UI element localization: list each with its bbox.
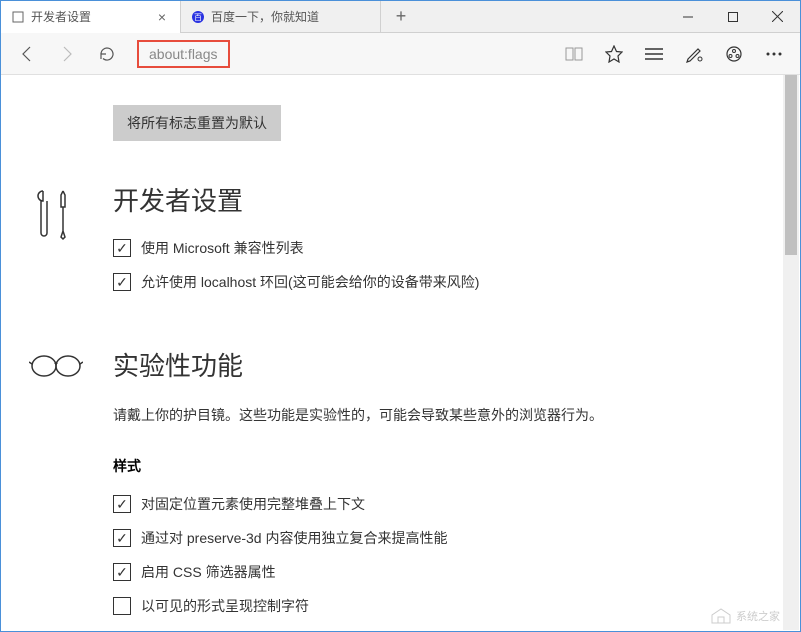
minimize-button[interactable] — [665, 1, 710, 33]
refresh-button[interactable] — [89, 36, 125, 72]
checkbox-localhost-loopback[interactable]: 允许使用 localhost 环回(这可能会给你的设备带来风险) — [113, 272, 760, 292]
tab-label: 开发者设置 — [31, 8, 91, 25]
close-window-button[interactable] — [755, 1, 800, 33]
checkbox-icon[interactable] — [113, 239, 131, 257]
tab-developer-settings[interactable]: 开发者设置 × — [1, 1, 181, 33]
more-icon[interactable] — [756, 36, 792, 72]
baidu-favicon: 百 — [191, 10, 205, 24]
checkbox-icon[interactable] — [113, 495, 131, 513]
notes-icon[interactable] — [676, 36, 712, 72]
svg-text:百: 百 — [194, 13, 202, 22]
checkbox-compat-list[interactable]: 使用 Microsoft 兼容性列表 — [113, 238, 760, 258]
new-tab-button[interactable]: + — [381, 6, 421, 27]
favorites-icon[interactable] — [596, 36, 632, 72]
scrollbar[interactable] — [783, 75, 799, 630]
checkbox-label: 使用 Microsoft 兼容性列表 — [141, 238, 304, 258]
tab-baidu[interactable]: 百 百度一下，你就知道 — [181, 1, 381, 33]
scrollbar-thumb[interactable] — [785, 75, 797, 255]
checkbox-control-chars[interactable]: 以可见的形式呈现控制字符 — [113, 596, 760, 616]
navigation-bar: about:flags — [1, 33, 800, 75]
page-content: 将所有标志重置为默认 开发者设置 使用 Microsoft 兼容性列表 允许使用… — [1, 75, 800, 631]
section-title: 实验性功能 — [113, 346, 760, 383]
window-controls — [665, 1, 800, 33]
address-bar[interactable]: about:flags — [137, 40, 230, 68]
experimental-section: 实验性功能 请戴上你的护目镜。这些功能是实验性的，可能会导致某些意外的浏览器行为… — [1, 346, 800, 630]
checkbox-preserve-3d[interactable]: 通过对 preserve-3d 内容使用独立复合来提高性能 — [113, 528, 760, 548]
reset-flags-button[interactable]: 将所有标志重置为默认 — [113, 105, 281, 141]
checkbox-label: 允许使用 localhost 环回(这可能会给你的设备带来风险) — [141, 272, 479, 292]
checkbox-label: 对固定位置元素使用完整堆叠上下文 — [141, 494, 365, 514]
checkbox-css-filter[interactable]: 启用 CSS 筛选器属性 — [113, 562, 760, 582]
checkbox-icon[interactable] — [113, 563, 131, 581]
goggles-icon — [29, 346, 89, 630]
close-tab-icon[interactable]: × — [154, 9, 170, 25]
checkbox-icon[interactable] — [113, 529, 131, 547]
checkbox-label: 通过对 preserve-3d 内容使用独立复合来提高性能 — [141, 528, 447, 548]
checkbox-icon[interactable] — [113, 597, 131, 615]
forward-button[interactable] — [49, 36, 85, 72]
tools-icon — [29, 181, 89, 306]
share-icon[interactable] — [716, 36, 752, 72]
maximize-button[interactable] — [710, 1, 755, 33]
reading-view-icon[interactable] — [556, 36, 592, 72]
tab-bar: 开发者设置 × 百 百度一下，你就知道 + — [1, 1, 800, 33]
hub-icon[interactable] — [636, 36, 672, 72]
styles-heading: 样式 — [113, 456, 760, 476]
section-description: 请戴上你的护目镜。这些功能是实验性的，可能会导致某些意外的浏览器行为。 — [113, 403, 760, 428]
checkbox-label: 以可见的形式呈现控制字符 — [141, 596, 309, 616]
section-title: 开发者设置 — [113, 181, 760, 218]
checkbox-label: 启用 CSS 筛选器属性 — [141, 562, 276, 582]
developer-settings-section: 开发者设置 使用 Microsoft 兼容性列表 允许使用 localhost … — [1, 181, 800, 306]
address-text: about:flags — [149, 46, 218, 62]
checkbox-icon[interactable] — [113, 273, 131, 291]
checkbox-stacking-context[interactable]: 对固定位置元素使用完整堆叠上下文 — [113, 494, 760, 514]
back-button[interactable] — [9, 36, 45, 72]
page-icon — [11, 10, 25, 24]
tab-label: 百度一下，你就知道 — [211, 8, 319, 25]
